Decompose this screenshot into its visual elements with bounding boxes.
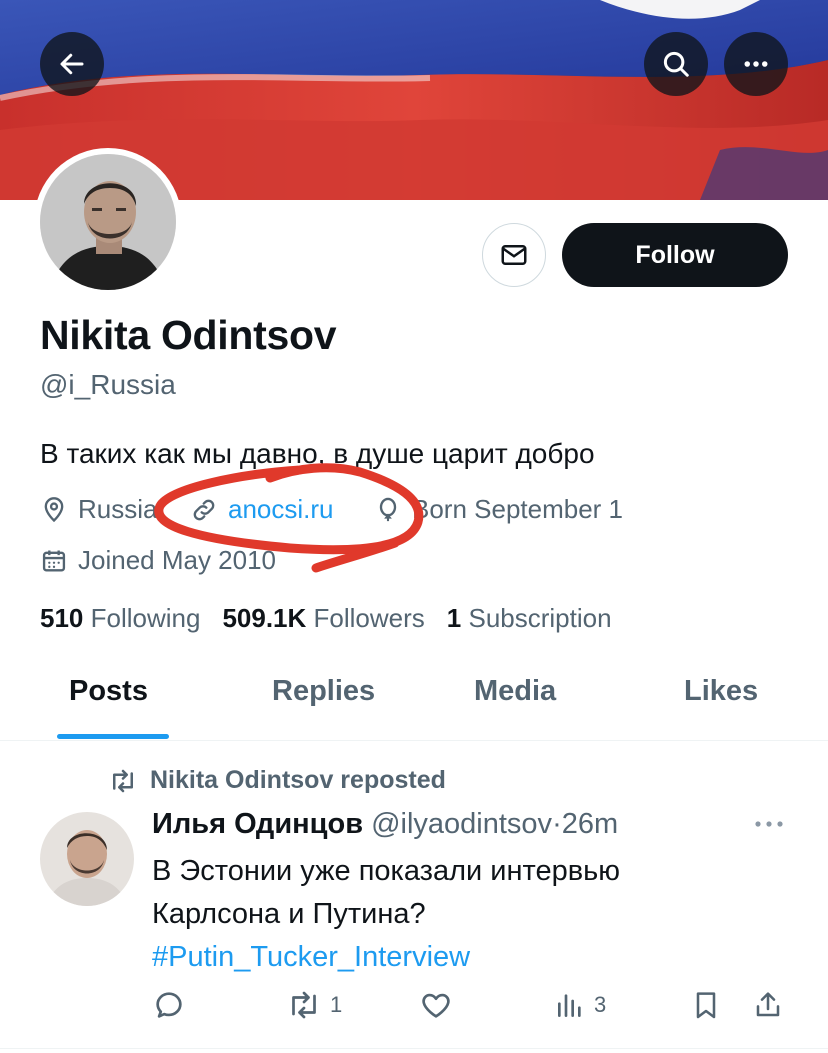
- views-count: 3: [594, 992, 607, 1017]
- more-options-button[interactable]: [724, 32, 788, 96]
- tab-media[interactable]: Media: [474, 675, 556, 708]
- post-time[interactable]: 26m: [562, 808, 618, 840]
- tabs-divider: [0, 740, 828, 741]
- post-author-handle[interactable]: @ilyaodintsov: [371, 808, 552, 840]
- repost-text: Nikita Odintsov reposted: [150, 766, 446, 794]
- search-icon: [663, 51, 689, 77]
- post-hashtag[interactable]: #Putin_Tucker_Interview: [152, 936, 772, 979]
- post-author-avatar[interactable]: [40, 812, 134, 906]
- following-stat[interactable]: 510 Following: [40, 603, 200, 633]
- retweet-button[interactable]: 1: [286, 988, 342, 1022]
- post-text: В Эстонии уже показали интервью Карлсона…: [152, 850, 772, 979]
- envelope-icon: [501, 245, 527, 265]
- profile-location: Russia: [40, 494, 157, 525]
- share-icon: [756, 992, 780, 1017]
- location-pin-icon: [44, 496, 64, 522]
- back-button[interactable]: [40, 32, 104, 96]
- calendar-icon: [42, 550, 66, 571]
- tab-replies[interactable]: Replies: [272, 675, 375, 708]
- bookmark-button[interactable]: [690, 988, 722, 1022]
- website-link[interactable]: anocsi.ru: [228, 494, 334, 525]
- analytics-icon: [558, 994, 581, 1017]
- link-icon: [193, 499, 215, 520]
- location-text: Russia: [78, 494, 158, 524]
- repost-indicator: Nikita Odintsov reposted: [108, 766, 446, 795]
- post-header: Илья Одинцов @ilyaodintsov·26m: [152, 808, 618, 841]
- heart-icon: [422, 993, 450, 1018]
- post-more-button[interactable]: [752, 814, 786, 839]
- bookmark-icon: [696, 992, 716, 1019]
- repost-icon: [113, 769, 133, 792]
- retweet-count: 1: [330, 992, 343, 1017]
- tab-posts[interactable]: Posts: [69, 675, 148, 708]
- followers-stat[interactable]: 509.1K Followers: [222, 603, 424, 633]
- tab-likes[interactable]: Likes: [684, 675, 758, 708]
- follow-button[interactable]: Follow: [562, 223, 788, 287]
- post-text-line-1: В Эстонии уже показали интервью: [152, 855, 620, 887]
- like-button[interactable]: [419, 988, 453, 1022]
- subscriptions-stat[interactable]: 1 Subscription: [447, 603, 612, 633]
- balloon-icon: [379, 497, 397, 521]
- more-horizontal-icon: [755, 821, 783, 827]
- joined-text: Joined May 2010: [78, 545, 277, 575]
- post-text-line-2: Карлсона и Путина?: [152, 898, 426, 930]
- profile-website[interactable]: anocsi.ru: [190, 494, 334, 525]
- post-divider: [0, 1048, 828, 1049]
- post-separator: ·: [552, 808, 562, 840]
- follow-stats: 510 Following 509.1K Followers 1 Subscript…: [40, 603, 612, 634]
- search-button[interactable]: [644, 32, 708, 96]
- profile-joined: Joined May 2010: [40, 545, 276, 576]
- active-tab-indicator: [57, 734, 169, 739]
- profile-birthday: Born September 1: [374, 494, 623, 525]
- more-horizontal-icon: [744, 61, 768, 67]
- retweet-icon: [292, 991, 316, 1019]
- profile-avatar[interactable]: [34, 148, 182, 296]
- share-button[interactable]: [752, 988, 784, 1022]
- profile-handle: @i_Russia: [40, 369, 176, 400]
- reply-icon: [156, 992, 182, 1018]
- profile-bio: В таких как мы давно, в душе царит добро: [40, 438, 595, 469]
- views-button[interactable]: 3: [554, 988, 606, 1022]
- reply-button[interactable]: [152, 988, 186, 1022]
- display-name: Nikita Odintsov: [40, 312, 337, 358]
- birthday-text: Born September 1: [412, 494, 624, 524]
- arrow-left-icon: [60, 53, 84, 75]
- message-button[interactable]: [482, 223, 546, 287]
- post-author-name[interactable]: Илья Одинцов: [152, 808, 363, 840]
